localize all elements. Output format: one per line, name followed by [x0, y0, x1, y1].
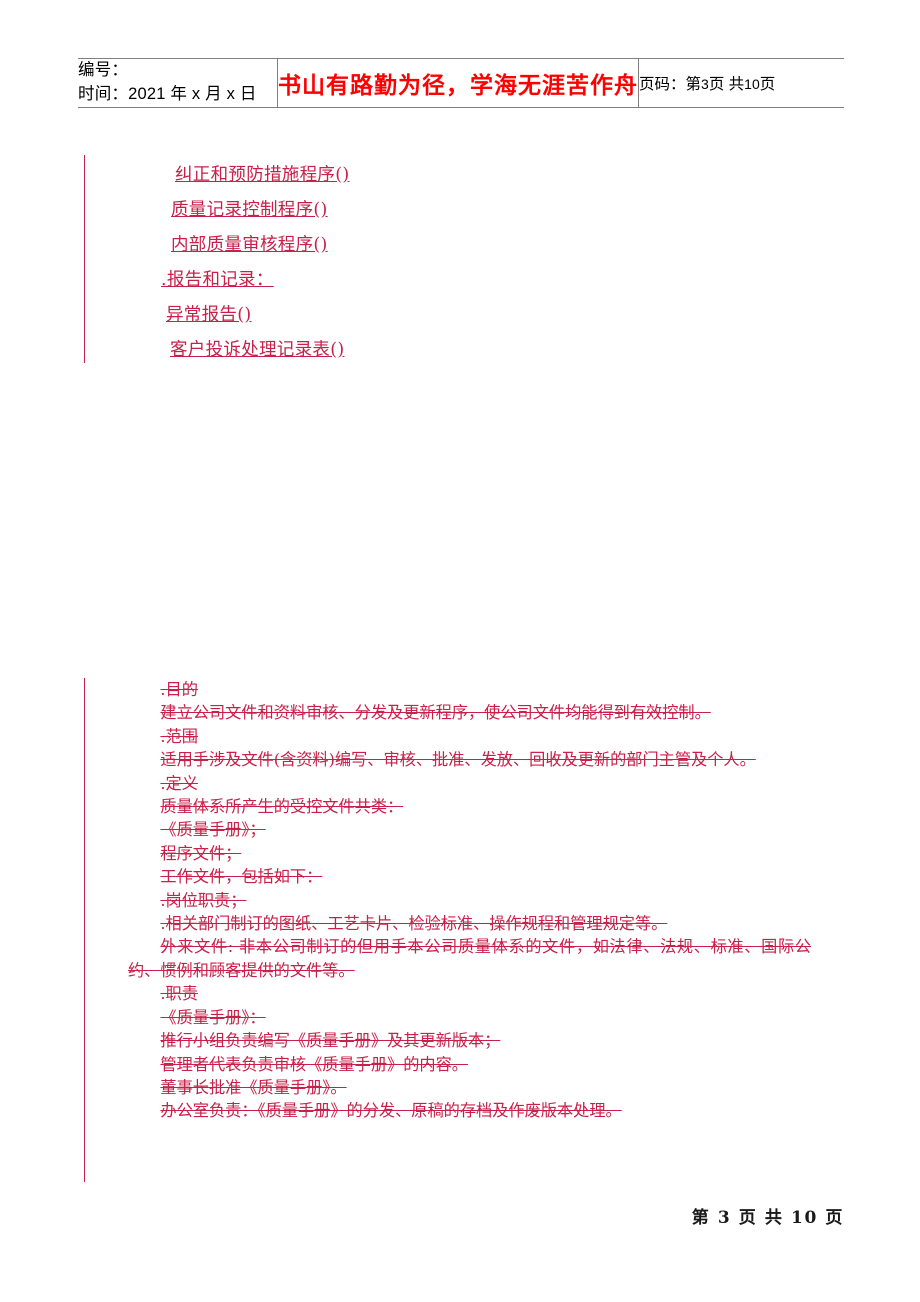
body-paragraph-quality-manual-heading: 《质量手册》：: [160, 1007, 266, 1027]
page-header-table: 编号： 时间：2021 年 x 月 x 日 书山有路勤为径，学海无涯苦作舟 页码…: [78, 58, 844, 108]
doc-number-line: 编号：: [78, 59, 277, 83]
body-paragraph-representative-reviews-manual: 管理者代表负责审核《质量手册》的内容。: [160, 1054, 468, 1074]
doc-time-line: 时间：2021 年 x 月 x 日: [78, 83, 277, 107]
doc-number-label: 编号：: [78, 61, 129, 79]
doc-link-quality-record-control-procedure[interactable]: 质量记录控制程序(): [171, 200, 328, 220]
body-paragraph-scope-heading: .范围: [160, 726, 198, 746]
body-paragraph-responsibility-heading: .职责: [160, 984, 198, 1004]
document-link-list: 纠正和预防措施程序() 质量记录控制程序() 内部质量审核程序() .报告和记录…: [128, 158, 788, 368]
page-total-prefix: 共: [728, 75, 745, 93]
body-paragraph-office-distributes-manual: 办公室负责：《质量手册》的分发、原稿的存档及作废版本处理。: [160, 1101, 622, 1121]
revision-change-bar-bottom: [84, 678, 85, 1182]
body-paragraph-controlled-docs: 质量体系所产生的受控文件共类：: [160, 797, 404, 817]
page-total-number: 10: [744, 75, 760, 92]
header-motto-cell: 书山有路勤为径，学海无涯苦作舟: [277, 58, 639, 108]
revision-deleted-body: .目的 建立公司文件和资料审核、分发及更新程序，使公司文件均能得到有效控制。 .…: [128, 678, 811, 1123]
body-paragraph-job-responsibility-item: .岗位职责；: [160, 890, 247, 910]
body-paragraph-work-docs-item: 工作文件，包括如下：: [160, 867, 323, 887]
doc-time-value: 2021 年 x 月 x 日: [128, 84, 257, 103]
body-paragraph-quality-manual-item: 《质量手册》；: [160, 820, 266, 840]
document-page: 编号： 时间：2021 年 x 月 x 日 书山有路勤为径，学海无涯苦作舟 页码…: [0, 0, 920, 1302]
doc-link-corrective-preventive-procedure[interactable]: 纠正和预防措施程序(): [175, 165, 349, 185]
revision-change-bar-top: [84, 155, 85, 363]
list-item: 客户投诉处理记录表(): [128, 333, 788, 368]
doc-link-abnormal-report[interactable]: 异常报告(): [166, 305, 251, 325]
header-meta-cell: 编号： 时间：2021 年 x 月 x 日: [78, 58, 278, 108]
doc-link-internal-quality-audit-procedure[interactable]: 内部质量审核程序(): [171, 235, 328, 255]
doc-link-reports-and-records-heading[interactable]: .报告和记录：: [161, 270, 274, 290]
list-item: 纠正和预防措施程序(): [128, 158, 788, 193]
body-paragraph-department-docs-item: .相关部门制订的图纸、工艺卡片、检验标准、操作规程和管理规定等。: [160, 914, 668, 934]
page-current-number: 3: [701, 75, 709, 92]
list-item: 质量记录控制程序(): [128, 193, 788, 228]
body-paragraph-chairman-approves-manual: 董事长批准《质量手册》。: [160, 1077, 347, 1097]
header-row: 编号： 时间：2021 年 x 月 x 日 书山有路勤为径，学海无涯苦作舟 页码…: [78, 58, 845, 108]
page-footer: 第 3 页 共 10 页: [0, 1203, 844, 1228]
header-page-cell: 页码：第3页 共10页: [639, 59, 845, 108]
footer-page-number: 第 3 页 共 10 页: [691, 1208, 844, 1228]
page-current-prefix: 第: [685, 75, 702, 93]
body-paragraph-scope-text: 适用手涉及文件(含资料)编写、审核、批准、发放、回收及更新的部门主管及个人。: [160, 750, 756, 770]
page-total-unit: 页: [759, 75, 776, 93]
doc-link-customer-complaint-record-form[interactable]: 客户投诉处理记录表(): [170, 340, 344, 360]
list-item: 内部质量审核程序(): [128, 228, 788, 263]
list-item: 异常报告(): [128, 298, 788, 333]
body-paragraph-procedure-docs-item: 程序文件；: [160, 843, 242, 863]
page-label: 页码：: [639, 75, 686, 93]
body-paragraph-team-writes-manual: 推行小组负责编写《质量手册》及其更新版本；: [160, 1031, 501, 1051]
page-current-unit: 页: [708, 75, 725, 93]
body-paragraph-purpose-text: 建立公司文件和资料审核、分发及更新程序，使公司文件均能得到有效控制。: [160, 703, 711, 723]
header-motto: 书山有路勤为径，学海无涯苦作舟: [278, 71, 638, 99]
list-item: .报告和记录：: [128, 263, 788, 298]
body-paragraph-external-docs-item: 外来文件: 非本公司制订的但用手本公司质量体系的文件，如法律、法规、标准、国际公…: [128, 937, 811, 980]
doc-time-label: 时间：: [78, 84, 129, 103]
body-paragraph-purpose-heading: .目的: [160, 680, 198, 699]
body-paragraph-definition-heading: .定义: [160, 773, 198, 793]
